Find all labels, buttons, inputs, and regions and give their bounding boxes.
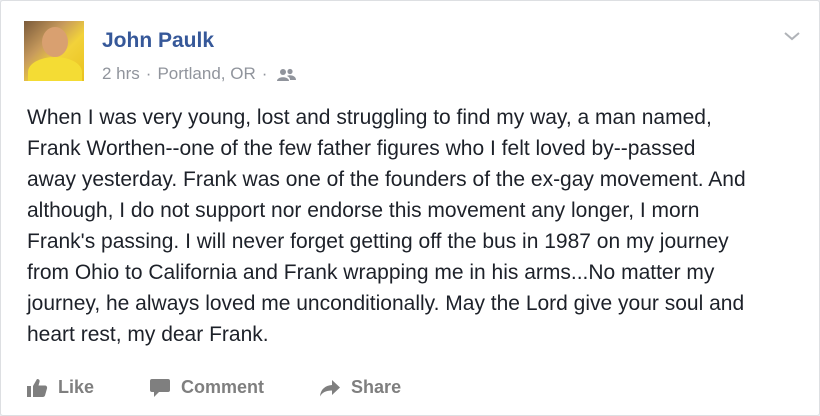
post-location[interactable]: Portland, OR — [157, 64, 255, 84]
author-name[interactable]: John Paulk — [102, 29, 214, 53]
meta-separator: · — [145, 64, 152, 83]
comment-button[interactable]: Comment — [149, 377, 264, 398]
post-text: When I was very young, lost and struggli… — [27, 106, 746, 346]
share-arrow-icon — [320, 379, 341, 396]
post-meta: 2 hrs · Portland, OR · — [102, 64, 297, 84]
post-time[interactable]: 2 hrs — [102, 64, 140, 84]
post-actions: Like Comment Share — [26, 377, 401, 398]
chevron-down-icon[interactable] — [783, 29, 801, 41]
avatar-face — [42, 27, 68, 57]
like-label: Like — [58, 377, 95, 397]
like-button[interactable]: Like — [26, 377, 94, 398]
avatar[interactable] — [24, 21, 84, 81]
avatar-shirt — [28, 57, 82, 81]
share-button[interactable]: Share — [319, 377, 401, 398]
comment-label: Comment — [181, 377, 265, 397]
friends-icon[interactable] — [277, 67, 297, 81]
post-card: John Paulk 2 hrs · Portland, OR · When I… — [0, 0, 820, 416]
meta-separator: · — [261, 64, 268, 83]
comment-icon — [150, 378, 171, 397]
thumbs-up-icon — [27, 378, 48, 397]
share-label: Share — [351, 377, 402, 397]
